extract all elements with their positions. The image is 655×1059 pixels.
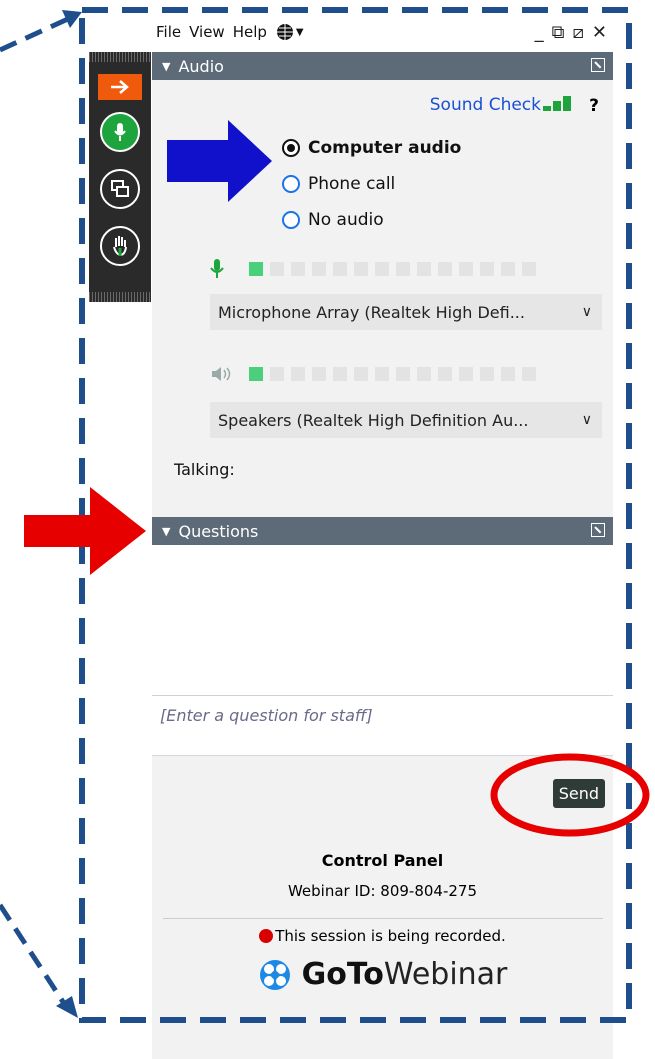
- send-area: Send: [152, 756, 613, 829]
- chevron-down-icon: ∨: [581, 304, 592, 320]
- microphone-icon: [100, 112, 140, 152]
- footer-title: Control Panel: [321, 851, 444, 870]
- popout-icon[interactable]: ⧄: [572, 22, 583, 43]
- footer-divider: [162, 918, 603, 919]
- raise-hand-button[interactable]: [96, 226, 144, 266]
- raise-hand-icon: [100, 226, 140, 266]
- signal-bars-icon: [543, 96, 571, 111]
- speaker-level-meter: [210, 366, 543, 382]
- restore-icon[interactable]: ⧉: [552, 22, 565, 43]
- radio-label: Phone call: [308, 174, 396, 194]
- menu-bar: File View Help ▼ _ ⧉ ⧄ ✕: [152, 12, 613, 52]
- audio-section-title: Audio: [178, 56, 224, 76]
- minimize-icon[interactable]: _: [535, 22, 544, 43]
- microphone-device-value: Microphone Array (Realtek High Defi...: [218, 302, 525, 322]
- microphone-level-meter: [210, 258, 543, 280]
- recording-notice: This session is being recorded.: [152, 927, 613, 945]
- dashed-pointer-top: [0, 15, 72, 53]
- radio-label: No audio: [308, 210, 384, 230]
- popout-icon[interactable]: [591, 58, 605, 72]
- audio-tab-button[interactable]: [96, 112, 144, 152]
- microphone-icon: [210, 259, 224, 278]
- help-icon[interactable]: ?: [589, 96, 599, 116]
- radio-selected-icon: [282, 139, 300, 157]
- menu-file[interactable]: File: [152, 23, 185, 41]
- questions-section-header[interactable]: ▼ Questions: [152, 517, 613, 545]
- radio-unselected-icon: [282, 175, 300, 193]
- dashed-pointer-bottom: [0, 903, 68, 1007]
- popout-icon[interactable]: [591, 523, 605, 537]
- close-icon[interactable]: ✕: [592, 22, 607, 43]
- chevron-down-icon: ∨: [581, 412, 592, 428]
- questions-log: [152, 545, 613, 696]
- gotowebinar-logo-icon: [259, 959, 290, 990]
- microphone-select[interactable]: Microphone Array (Realtek High Defi... ∨: [210, 294, 602, 330]
- sidebar-grip-top: [89, 52, 151, 62]
- webinar-id: Webinar ID: 809-804-275: [287, 882, 478, 900]
- screen-tab-button[interactable]: [96, 169, 144, 209]
- talking-label: Talking:: [174, 460, 235, 479]
- dashed-pointer-top-head: [62, 10, 82, 28]
- arrow-right-icon: [98, 74, 142, 100]
- collapse-triangle-icon: ▼: [162, 524, 171, 538]
- radio-unselected-icon: [282, 211, 300, 229]
- globe-icon[interactable]: ▼: [271, 22, 308, 42]
- dashed-pointer-bottom-head: [56, 996, 78, 1018]
- audio-section: Sound Check ? Computer audio Phone call …: [152, 80, 613, 517]
- sidebar-grip-bottom: [89, 292, 151, 302]
- recording-dot-icon: [259, 929, 274, 943]
- speaker-device-value: Speakers (Realtek High Definition Au...: [218, 410, 529, 430]
- recording-text: This session is being recorded.: [275, 927, 506, 945]
- control-panel: File View Help ▼ _ ⧉ ⧄ ✕ ▼ Audio Sound C…: [152, 12, 613, 1059]
- sound-check-link[interactable]: Sound Check: [430, 95, 541, 115]
- panel-footer: Control Panel Webinar ID: 809-804-275 Th…: [152, 829, 613, 1059]
- logo-bold-text: GoTo: [301, 957, 384, 992]
- speaker-select[interactable]: Speakers (Realtek High Definition Au... …: [210, 402, 602, 438]
- questions-section-title: Questions: [178, 521, 259, 541]
- screen-share-icon: [100, 169, 140, 209]
- gotowebinar-logo: GoToWebinar: [152, 957, 613, 992]
- red-arrow: [24, 487, 146, 575]
- send-button[interactable]: Send: [552, 779, 605, 808]
- radio-label: Computer audio: [308, 138, 462, 158]
- question-input[interactable]: [Enter a question for staff]: [152, 696, 613, 756]
- radio-no-audio[interactable]: No audio: [282, 210, 384, 230]
- menu-help[interactable]: Help: [229, 23, 271, 41]
- collapse-panel-button[interactable]: [96, 70, 144, 104]
- menu-view[interactable]: View: [185, 23, 229, 41]
- sidebar: [89, 52, 151, 302]
- logo-light-text: Webinar: [383, 957, 508, 992]
- audio-section-header[interactable]: ▼ Audio: [152, 52, 613, 80]
- radio-computer-audio[interactable]: Computer audio: [282, 138, 461, 158]
- radio-phone-call[interactable]: Phone call: [282, 174, 395, 194]
- collapse-triangle-icon: ▼: [162, 59, 171, 73]
- speaker-icon: [212, 367, 231, 381]
